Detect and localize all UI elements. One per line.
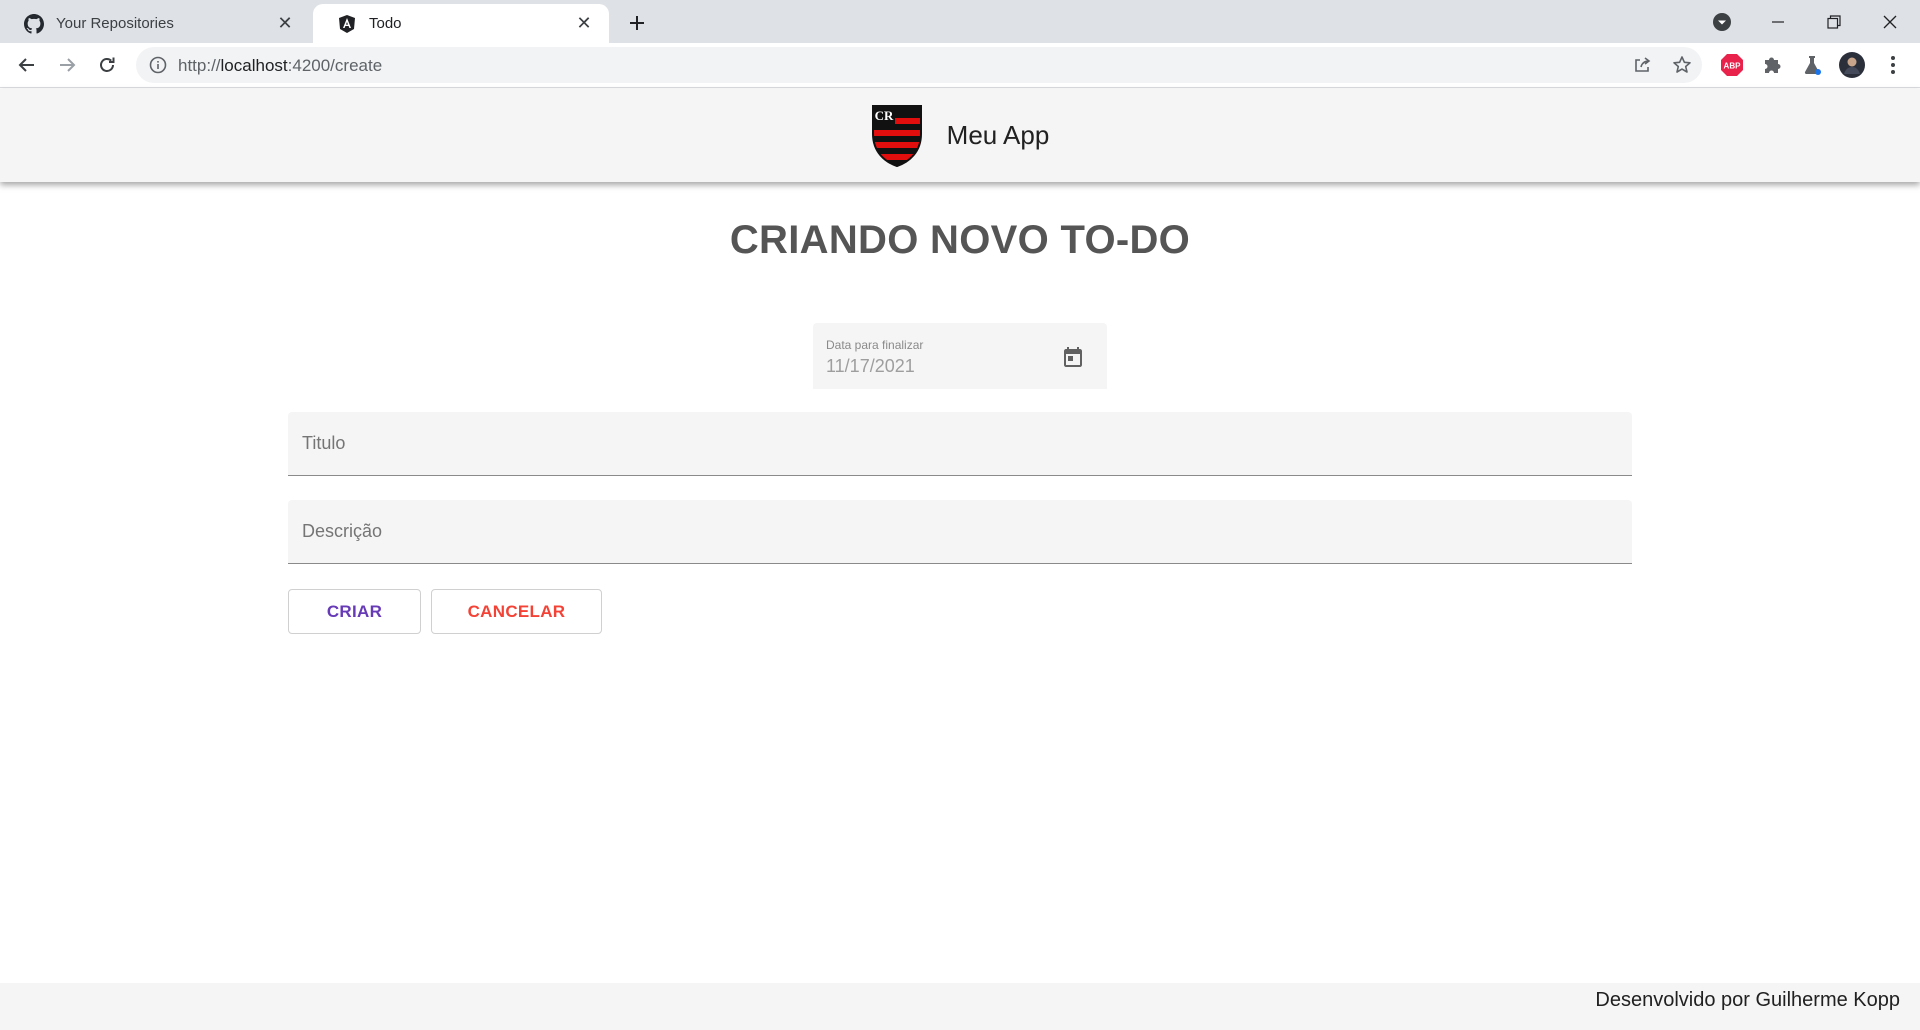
tab-title: Todo — [369, 15, 402, 32]
forward-button[interactable] — [51, 49, 83, 81]
cancel-button[interactable]: CANCELAR — [431, 589, 602, 634]
app-header: CR Meu App — [0, 89, 1920, 182]
tab-todo[interactable]: Todo ✕ — [313, 4, 609, 43]
description-input[interactable] — [288, 500, 1632, 563]
reload-icon — [100, 57, 115, 72]
restore-button[interactable] — [1806, 0, 1862, 43]
tab-search-button[interactable] — [1694, 0, 1750, 43]
tab-your-repositories[interactable]: Your Repositories ✕ — [0, 4, 310, 43]
title-input[interactable] — [288, 412, 1632, 475]
app-title: Meu App — [946, 120, 1050, 150]
profile-avatar[interactable] — [1839, 52, 1865, 78]
create-button[interactable]: CRIAR — [288, 589, 421, 634]
reload-button[interactable] — [91, 49, 123, 81]
share-icon[interactable] — [1630, 53, 1654, 77]
description-field[interactable] — [288, 500, 1632, 564]
url-scheme: http:// — [178, 56, 221, 75]
calendar-toggle-button[interactable] — [1059, 343, 1087, 371]
info-icon[interactable] — [148, 55, 168, 75]
close-icon — [1883, 15, 1897, 28]
url-path: :4200/create — [287, 56, 383, 75]
arrow-right-icon — [60, 58, 76, 72]
calendar-icon — [1064, 347, 1082, 367]
close-tab-icon[interactable]: ✕ — [274, 13, 296, 35]
star-icon[interactable] — [1670, 53, 1694, 77]
restore-icon — [1827, 14, 1841, 29]
url-host: localhost — [220, 56, 288, 75]
chevron-down-circle-icon — [1713, 12, 1731, 31]
due-date-field[interactable]: Data para finalizar 11/17/2021 — [813, 323, 1107, 389]
browser-toolbar: http://localhost:4200/create — [0, 43, 1920, 88]
svg-text:ABP: ABP — [1724, 62, 1742, 71]
address-bar[interactable]: http://localhost:4200/create — [136, 47, 1702, 83]
plus-icon — [630, 16, 644, 30]
more-menu-icon[interactable] — [1880, 52, 1906, 78]
app-footer: Desenvolvido por Guilherme Kopp — [0, 983, 1920, 1030]
labs-flask-icon[interactable] — [1799, 52, 1825, 78]
flamengo-crest-logo: CR — [871, 104, 922, 167]
minimize-icon — [1772, 20, 1784, 23]
puzzle-extension-icon[interactable] — [1759, 52, 1785, 78]
tab-title: Your Repositories — [56, 15, 174, 32]
footer-credit: Desenvolvido por Guilherme Kopp — [1595, 989, 1900, 1011]
close-tab-icon[interactable]: ✕ — [573, 13, 595, 35]
new-tab-button[interactable] — [622, 8, 652, 38]
github-icon — [24, 13, 44, 34]
angular-icon — [339, 14, 355, 33]
svg-text:CR: CR — [874, 108, 893, 123]
close-window-button[interactable] — [1862, 0, 1918, 43]
arrow-left-icon — [18, 58, 34, 72]
due-date-value[interactable]: 11/17/2021 — [826, 356, 915, 377]
title-field[interactable] — [288, 412, 1632, 476]
back-button[interactable] — [11, 49, 43, 81]
browser-tabstrip: Your Repositories ✕ Todo ✕ — [0, 0, 1920, 43]
minimize-button[interactable] — [1750, 0, 1806, 43]
page-title: CRIANDO NOVO TO-DO — [729, 218, 1191, 262]
due-date-label: Data para finalizar — [826, 338, 924, 352]
adblock-plus-icon[interactable]: ABP — [1719, 52, 1745, 78]
url-text: http://localhost:4200/create — [178, 56, 382, 76]
